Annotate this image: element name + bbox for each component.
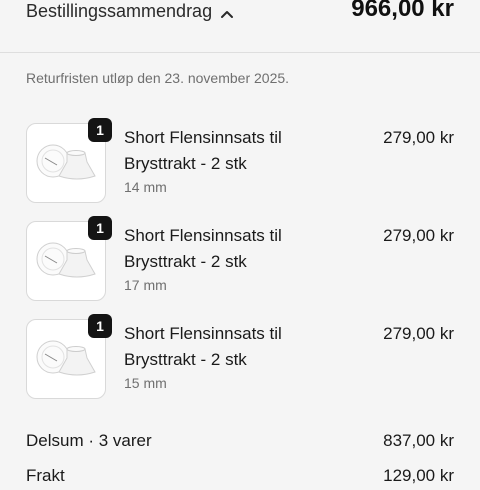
product-variant: 15 mm — [124, 375, 167, 391]
order-summary-header: Bestillingssammendrag 966,00 kr — [0, 0, 480, 53]
subtotal-value: 837,00 kr — [383, 431, 454, 450]
line-item: 1 Short Flensinnsats til Brysttrakt - 2 … — [26, 118, 456, 203]
quantity-badge: 1 — [88, 216, 112, 240]
order-summary-label: Bestillingssammendrag — [26, 0, 213, 21]
subtotal-row: Delsum · 3 varer 837,00 kr — [26, 431, 454, 455]
product-image-wrapper: 1 — [26, 216, 112, 301]
product-image-wrapper: 1 — [26, 118, 112, 203]
shipping-row: Frakt 129,00 kr — [26, 466, 454, 490]
product-variant: 17 mm — [124, 277, 167, 293]
quantity-badge: 1 — [88, 314, 112, 338]
order-total: 966,00 kr — [351, 0, 454, 22]
subtotal-label: Delsum · 3 varer — [26, 431, 152, 450]
product-name: Short Flensinnsats til Brysttrakt - 2 st… — [124, 226, 282, 271]
product-name: Short Flensinnsats til Brysttrakt - 2 st… — [124, 128, 282, 173]
quantity-badge: 1 — [88, 118, 112, 142]
chevron-up-icon — [220, 6, 234, 18]
order-summary-toggle[interactable]: Bestillingssammendrag — [26, 0, 234, 24]
product-price: 279,00 kr — [383, 324, 454, 343]
product-variant: 14 mm — [124, 179, 167, 195]
line-item: 1 Short Flensinnsats til Brysttrakt - 2 … — [26, 216, 456, 301]
order-summary-content: Returfristen utløp den 23. november 2025… — [0, 53, 480, 485]
return-deadline-note: Returfristen utløp den 23. november 2025… — [26, 70, 290, 86]
product-price: 279,00 kr — [383, 128, 454, 147]
shipping-value: 129,00 kr — [383, 466, 454, 485]
product-image-wrapper: 1 — [26, 314, 112, 399]
line-item: 1 Short Flensinnsats til Brysttrakt - 2 … — [26, 314, 456, 399]
product-name: Short Flensinnsats til Brysttrakt - 2 st… — [124, 324, 282, 369]
product-price: 279,00 kr — [383, 226, 454, 245]
shipping-label: Frakt — [26, 466, 65, 485]
